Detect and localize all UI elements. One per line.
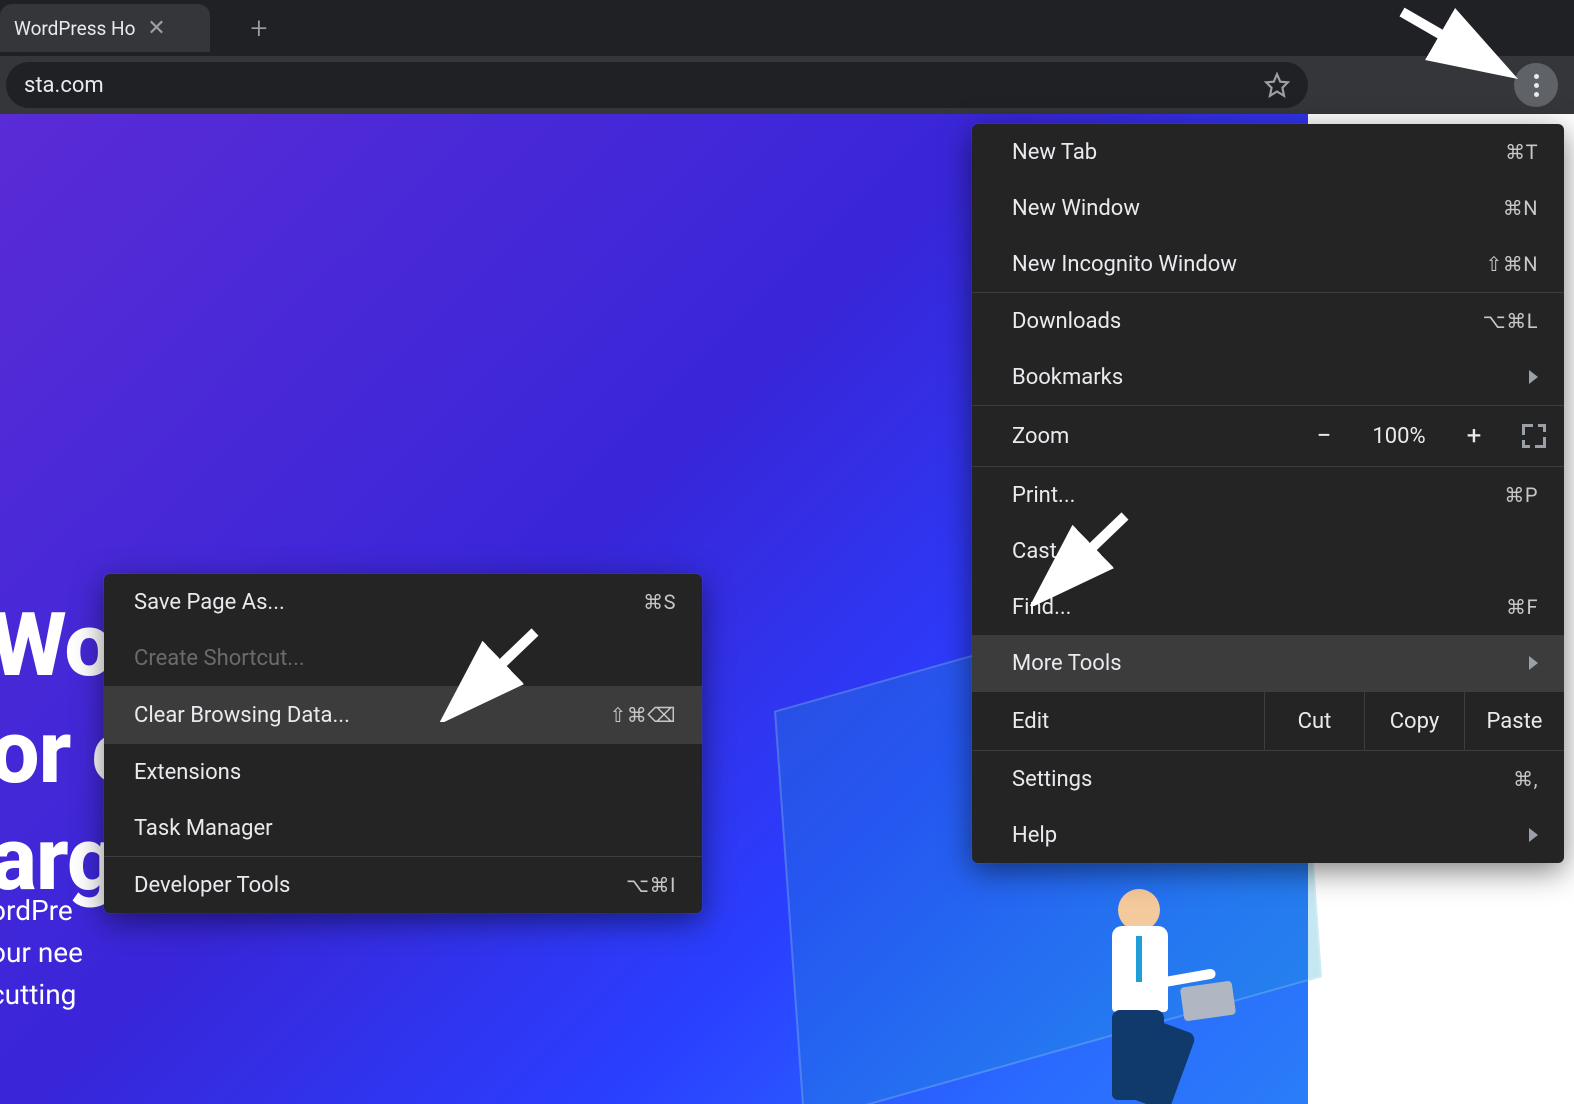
close-tab-icon[interactable]: ✕ (145, 17, 167, 39)
tab-title: WordPress Ho (14, 17, 135, 40)
menu-more-tools[interactable]: More Tools (972, 635, 1564, 691)
shortcut: ⌥⌘I (626, 873, 676, 897)
menu-help[interactable]: Help (972, 807, 1564, 863)
zoom-out-button[interactable]: − (1294, 406, 1354, 466)
chevron-right-icon (1529, 370, 1538, 384)
menu-label: Save Page As... (134, 590, 285, 615)
menu-label: Downloads (1012, 309, 1121, 334)
shortcut: ⌘, (1513, 767, 1538, 791)
menu-downloads[interactable]: Downloads ⌥⌘L (972, 293, 1564, 349)
shortcut: ⌘F (1506, 595, 1538, 619)
chrome-menu: New Tab ⌘T New Window ⌘N New Incognito W… (972, 124, 1564, 863)
zoom-value: 100% (1354, 424, 1444, 449)
menu-label: Find... (1012, 595, 1071, 620)
hero-sub-2: our nee (0, 932, 83, 974)
menu-label: Create Shortcut... (134, 646, 305, 671)
hero-sub-1: ordPre (0, 890, 83, 932)
more-tools-submenu: Save Page As... ⌘S Create Shortcut... Cl… (104, 574, 702, 913)
tab-strip: WordPress Ho ✕ + (0, 0, 1574, 56)
menu-bookmarks[interactable]: Bookmarks (972, 349, 1564, 405)
submenu-extensions[interactable]: Extensions (104, 744, 702, 800)
edit-paste-button[interactable]: Paste (1464, 692, 1564, 750)
menu-label: Cast... (1012, 539, 1074, 564)
shortcut: ⇧⌘⌫ (609, 703, 676, 727)
chevron-right-icon (1529, 828, 1538, 842)
menu-find[interactable]: Find... ⌘F (972, 579, 1564, 635)
menu-label: Task Manager (134, 816, 273, 841)
menu-new-window[interactable]: New Window ⌘N (972, 180, 1564, 236)
shortcut: ⌘S (643, 590, 676, 614)
submenu-developer-tools[interactable]: Developer Tools ⌥⌘I (104, 857, 702, 913)
menu-label: Clear Browsing Data... (134, 703, 350, 728)
shortcut: ⌥⌘L (1483, 309, 1538, 333)
menu-label: Bookmarks (1012, 365, 1123, 390)
zoom-label: Zoom (972, 424, 1294, 449)
menu-incognito[interactable]: New Incognito Window ⇧⌘N (972, 236, 1564, 292)
menu-settings[interactable]: Settings ⌘, (972, 751, 1564, 807)
shortcut: ⌘P (1504, 483, 1538, 507)
edit-copy-button[interactable]: Copy (1364, 692, 1464, 750)
menu-label: Help (1012, 823, 1057, 848)
menu-label: New Tab (1012, 140, 1097, 165)
fullscreen-button[interactable] (1504, 406, 1564, 466)
menu-label: More Tools (1012, 651, 1122, 676)
menu-label: Settings (1012, 767, 1092, 792)
edit-cut-button[interactable]: Cut (1264, 692, 1364, 750)
hero-sub-3: cutting (0, 974, 83, 1016)
zoom-in-button[interactable]: + (1444, 406, 1504, 466)
menu-label: New Incognito Window (1012, 252, 1237, 277)
chrome-menu-button[interactable] (1514, 63, 1558, 107)
hero-subtext: ordPre our nee cutting (0, 890, 83, 1016)
submenu-save-page[interactable]: Save Page As... ⌘S (104, 574, 702, 630)
submenu-clear-browsing-data[interactable]: Clear Browsing Data... ⇧⌘⌫ (104, 687, 702, 743)
url-text: sta.com (24, 73, 1264, 98)
address-bar: sta.com (0, 56, 1574, 114)
menu-label: New Window (1012, 196, 1140, 221)
bookmark-star-icon[interactable] (1264, 72, 1290, 98)
fullscreen-icon (1522, 424, 1546, 448)
kebab-icon (1534, 74, 1539, 97)
menu-label: Extensions (134, 760, 241, 785)
shortcut: ⌘T (1505, 140, 1538, 164)
menu-cast[interactable]: Cast... (972, 523, 1564, 579)
new-tab-button[interactable]: + (238, 7, 280, 49)
edit-label: Edit (972, 709, 1264, 734)
submenu-task-manager[interactable]: Task Manager (104, 800, 702, 856)
menu-label: Developer Tools (134, 873, 290, 898)
shortcut: ⇧⌘N (1485, 252, 1538, 276)
menu-new-tab[interactable]: New Tab ⌘T (972, 124, 1564, 180)
menu-print[interactable]: Print... ⌘P (972, 467, 1564, 523)
browser-tab[interactable]: WordPress Ho ✕ (0, 4, 210, 52)
menu-zoom: Zoom − 100% + (972, 406, 1564, 466)
url-field-container[interactable]: sta.com (6, 62, 1308, 108)
menu-label: Print... (1012, 483, 1075, 508)
toolbar-right (1322, 63, 1558, 107)
menu-edit-row: Edit Cut Copy Paste (972, 692, 1564, 750)
shortcut: ⌘N (1503, 196, 1538, 220)
submenu-create-shortcut: Create Shortcut... (104, 630, 702, 686)
chevron-right-icon (1529, 656, 1538, 670)
